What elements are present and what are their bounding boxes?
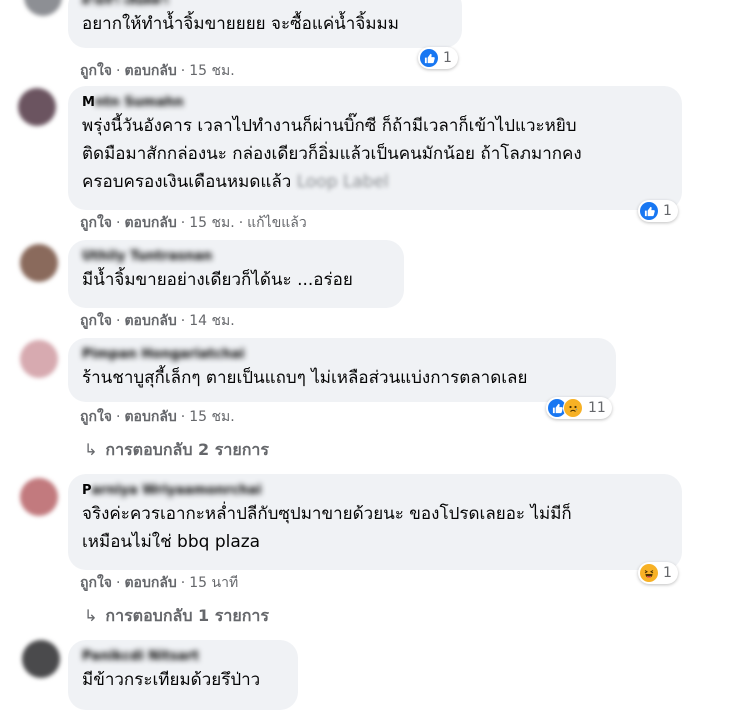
like-icon xyxy=(420,49,438,67)
avatar[interactable] xyxy=(20,340,58,378)
avatar[interactable] xyxy=(20,478,58,516)
reply-button[interactable]: ตอบกลับ xyxy=(124,63,176,79)
comment-text: พรุ่งนี้วันอังคาร เวลาไปทำงานก็ผ่านบิ๊กซ… xyxy=(82,116,582,192)
timestamp[interactable]: 15 ชม. xyxy=(189,215,234,231)
comment-bubble: Mntn Sumahn พรุ่งนี้วันอังคาร เวลาไปทำงา… xyxy=(68,86,682,210)
like-icon xyxy=(640,202,658,220)
tag-link[interactable]: Loop Label xyxy=(297,172,389,192)
like-button[interactable]: ถูกใจ xyxy=(80,409,112,425)
comment-bubble: ฝ่ายจำ เลือดดา อยากให้ทำน้ำจิ้มขายยยย จะ… xyxy=(68,0,462,48)
reply-button[interactable]: ตอบกลับ xyxy=(124,575,176,591)
comment-bubble: Uthily Tuntrasnan มีน้ำจิ้มขายอย่างเดียว… xyxy=(68,240,404,308)
avatar[interactable] xyxy=(20,244,58,282)
like-button[interactable]: ถูกใจ xyxy=(80,63,112,79)
reply-button[interactable]: ตอบกลับ xyxy=(124,313,176,329)
comment-bubble: Panikcdi Nitsart มีข้าวกระเทียมด้วยรึป่า… xyxy=(68,640,298,710)
commenter-name[interactable]: Panikcdi Nitsart xyxy=(82,648,286,666)
reaction-summary[interactable]: 1 xyxy=(638,562,678,584)
like-button[interactable]: ถูกใจ xyxy=(80,575,112,591)
avatar[interactable] xyxy=(24,0,62,16)
reaction-summary[interactable]: 1 xyxy=(638,200,678,222)
haha-icon xyxy=(640,564,658,582)
view-replies-label: การตอบกลับ 1 รายการ xyxy=(105,606,269,625)
like-button[interactable]: ถูกใจ xyxy=(80,313,112,329)
commenter-name[interactable]: Parniya Wriyaamonrchai xyxy=(82,482,670,500)
comment-actions: ถูกใจ · ตอบกลับ · 14 ชม. xyxy=(80,313,235,329)
comment-text: ร้านชาบูสุกี้เล็กๆ ตายเป็นแถบๆ ไม่เหลือส… xyxy=(82,368,528,388)
edited-label: แก้ไขแล้ว xyxy=(247,215,307,231)
comment-text: จริงค่ะควรเอากะหล่ำปลีกับซุปมาขายด้วยนะ … xyxy=(82,504,572,552)
comment-bubble: Parniya Wriyaamonrchai จริงค่ะควรเอากะหล… xyxy=(68,474,682,570)
comment-actions: ถูกใจ · ตอบกลับ · 15 ชม. xyxy=(80,63,235,79)
sad-icon xyxy=(563,398,583,418)
timestamp[interactable]: 15 ชม. xyxy=(189,63,234,79)
reaction-summary[interactable]: 11 xyxy=(546,397,612,419)
view-replies-label: การตอบกลับ 2 รายการ xyxy=(105,440,269,459)
comment-text: มีน้ำจิ้มขายอย่างเดียวก็ได้นะ ...อร่อย xyxy=(82,270,353,290)
comment-actions: ถูกใจ · ตอบกลับ · 15 นาที xyxy=(80,575,239,591)
avatar[interactable] xyxy=(18,88,56,126)
reply-arrow-icon: ↳ xyxy=(84,606,98,625)
commenter-name[interactable]: Pimpan Hongariatchai xyxy=(82,346,604,364)
comment-actions: ถูกใจ · ตอบกลับ · 15 ชม. xyxy=(80,409,235,425)
commenter-name[interactable]: Uthily Tuntrasnan xyxy=(82,248,392,266)
reaction-summary[interactable]: 1 xyxy=(418,47,458,69)
view-replies-link[interactable]: ↳ การตอบกลับ 2 รายการ xyxy=(84,438,269,463)
comment-text: อยากให้ทำน้ำจิ้มขายยยย จะซื้อแค่น้ำจิ้มม… xyxy=(82,14,399,34)
view-replies-link[interactable]: ↳ การตอบกลับ 1 รายการ xyxy=(84,604,269,629)
comment-bubble: Pimpan Hongariatchai ร้านชาบูสุกี้เล็กๆ … xyxy=(68,338,616,402)
comment-actions: ถูกใจ · ตอบกลับ · 15 ชม. · แก้ไขแล้ว xyxy=(80,215,307,231)
reaction-count: 1 xyxy=(443,50,452,66)
reaction-count: 11 xyxy=(588,400,606,416)
timestamp[interactable]: 14 ชม. xyxy=(189,313,234,329)
reply-button[interactable]: ตอบกลับ xyxy=(124,409,176,425)
commenter-name[interactable]: ฝ่ายจำ เลือดดา xyxy=(82,0,450,10)
reaction-count: 1 xyxy=(663,565,672,581)
comment-text: มีข้าวกระเทียมด้วยรึป่าว xyxy=(82,670,261,690)
commenter-name[interactable]: Mntn Sumahn xyxy=(82,94,670,112)
reaction-count: 1 xyxy=(663,203,672,219)
like-button[interactable]: ถูกใจ xyxy=(80,215,112,231)
reply-arrow-icon: ↳ xyxy=(84,440,98,459)
timestamp[interactable]: 15 ชม. xyxy=(189,409,234,425)
avatar[interactable] xyxy=(22,640,60,678)
reply-button[interactable]: ตอบกลับ xyxy=(124,215,176,231)
timestamp[interactable]: 15 นาที xyxy=(189,575,238,591)
